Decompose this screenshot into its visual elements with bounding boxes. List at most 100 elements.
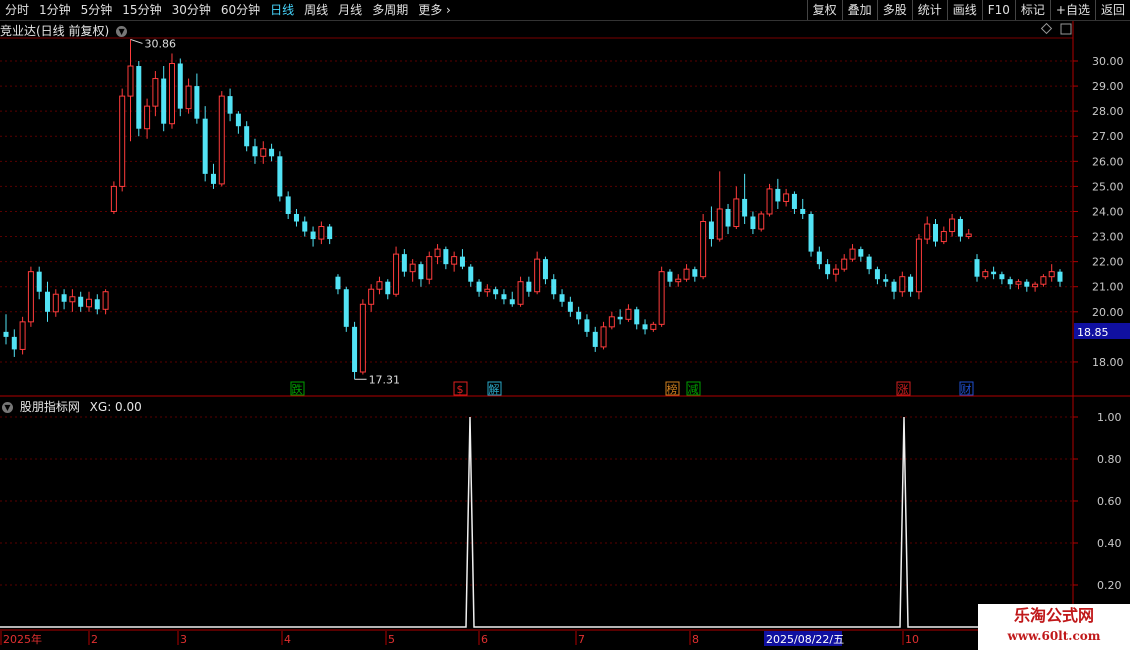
diamond-icon <box>1040 22 1053 35</box>
candle-body <box>177 63 183 109</box>
indicator-y-label: 0.60 <box>1097 495 1122 508</box>
candle-body <box>260 148 267 157</box>
candle-body <box>1040 276 1047 285</box>
y-tick-label: 30.00 <box>1092 55 1124 68</box>
high-pointer <box>130 38 143 44</box>
y-tick-label: 29.00 <box>1092 80 1124 93</box>
candle-body <box>451 256 458 265</box>
candle-body <box>78 296 84 307</box>
candle-body <box>27 271 34 323</box>
candle-body <box>800 208 806 214</box>
candle-body <box>269 148 275 157</box>
candle-body <box>999 274 1005 280</box>
y-tick-label: 18.00 <box>1092 356 1124 369</box>
y-tick-label: 28.00 <box>1092 105 1124 118</box>
candle-body <box>11 336 17 350</box>
y-tick-label: 20.00 <box>1092 306 1124 319</box>
x-tick-label: 10 <box>905 633 919 646</box>
candle-body <box>368 288 375 305</box>
candle-body <box>899 276 906 293</box>
event-mark: $ <box>457 383 464 396</box>
candle-body <box>940 231 947 243</box>
y-tick-label: 27.00 <box>1092 130 1124 143</box>
y-tick-label: 23.00 <box>1092 231 1124 244</box>
candle-body <box>725 208 731 227</box>
candle-body <box>401 254 407 272</box>
low-label: 17.31 <box>369 373 401 386</box>
candle-body <box>202 118 208 174</box>
candle-body <box>832 268 839 275</box>
candle-body <box>161 78 167 124</box>
candle-body <box>758 213 765 230</box>
x-tick-label: 2025年 <box>3 632 42 646</box>
candle-body <box>733 198 740 228</box>
candle-body <box>277 156 283 197</box>
candle-body <box>775 188 781 202</box>
candle-body <box>766 188 773 215</box>
x-tick-label: 3 <box>180 633 187 646</box>
candle-body <box>293 213 299 222</box>
candle-body <box>493 289 499 295</box>
candle-body <box>708 221 714 240</box>
candle-body <box>858 249 864 257</box>
watermark: 乐淘公式网 www.60lt.com <box>978 604 1130 650</box>
candle-body <box>102 291 109 310</box>
candle-body <box>667 271 673 282</box>
candle-body <box>742 198 748 217</box>
candle-body <box>318 226 325 240</box>
candle-body <box>252 146 258 157</box>
candle-body <box>600 326 607 348</box>
candle-body <box>658 271 665 325</box>
candle-body <box>675 278 682 283</box>
event-mark: 解 <box>489 382 500 396</box>
indicator-y-label: 1.00 <box>1097 411 1122 424</box>
panel-toggle-icon <box>1060 23 1072 35</box>
candle-body <box>982 271 989 278</box>
candle-body <box>908 276 914 292</box>
candle-body <box>542 259 548 280</box>
candle-body <box>866 256 872 270</box>
candle-body <box>551 279 557 295</box>
candle-body <box>52 293 59 313</box>
candle-body <box>965 233 972 238</box>
indicator-y-label: 0.80 <box>1097 453 1122 466</box>
candle-body <box>418 264 424 280</box>
candle-body <box>136 66 142 129</box>
x-tick-label: 7 <box>578 633 585 646</box>
candle-body <box>924 223 931 240</box>
candle-body <box>352 326 358 372</box>
candle-body <box>19 321 26 350</box>
candle-body <box>816 251 822 265</box>
candle-body <box>874 269 880 280</box>
candle-body <box>1024 281 1030 287</box>
y-tick-label: 26.00 <box>1092 155 1124 168</box>
candle-body <box>501 294 507 300</box>
candle-body <box>459 256 465 267</box>
candle-body <box>576 311 582 320</box>
candle-body <box>127 65 134 97</box>
x-tick-label: 4 <box>284 633 291 646</box>
candle-body <box>592 331 598 347</box>
candle-body <box>891 281 897 292</box>
candle-body <box>650 323 657 330</box>
candle-body <box>85 298 92 308</box>
candle-body <box>608 316 615 328</box>
candle-body <box>110 185 117 212</box>
candle-body <box>302 221 308 232</box>
candle-body <box>327 226 333 240</box>
candle-body <box>385 281 391 295</box>
candle-body <box>61 294 67 302</box>
y-tick-label: 22.00 <box>1092 256 1124 269</box>
candle-body <box>825 264 831 275</box>
candle-body <box>194 86 200 119</box>
candle-body <box>484 288 491 293</box>
y-tick-label: 25.00 <box>1092 180 1124 193</box>
candle-body <box>1057 271 1063 282</box>
candle-body <box>310 231 316 240</box>
watermark-url: www.60lt.com <box>1007 629 1101 643</box>
candle-body <box>692 269 698 277</box>
candle-body <box>36 271 42 292</box>
indicator-y-label: 0.20 <box>1097 579 1122 592</box>
high-label: 30.86 <box>144 37 176 50</box>
indicator-y-label: 0.40 <box>1097 537 1122 550</box>
